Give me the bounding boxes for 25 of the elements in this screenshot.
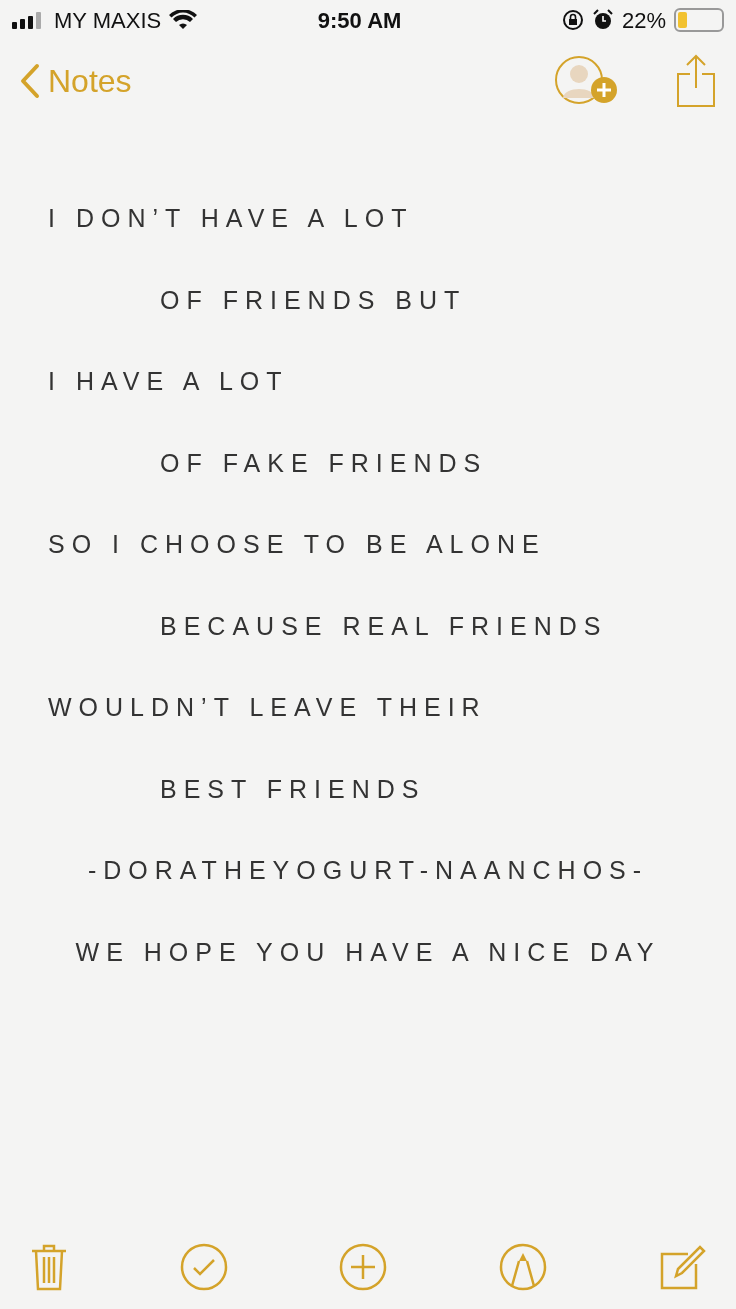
rotation-lock-icon <box>561 9 584 31</box>
sketch-button[interactable] <box>498 1243 547 1291</box>
note-line: WE HOPE YOU HAVE A NICE DAY <box>75 939 661 965</box>
note-line: I HAVE A LOT <box>48 369 289 394</box>
compose-button[interactable] <box>658 1244 706 1290</box>
note-line: BEST FRIENDS <box>160 776 426 802</box>
add-button[interactable] <box>339 1243 387 1291</box>
note-line: BECAUSE REAL FRIENDS <box>160 613 608 639</box>
note-line: OF FRIENDS BUT <box>160 287 467 313</box>
note-line: SO I CHOOSE TO BE ALONE <box>48 532 546 557</box>
note-line: -DORATHEYOGURT-NAANCHOS- <box>87 858 649 883</box>
back-button[interactable]: Notes <box>20 57 132 105</box>
battery-icon <box>674 8 724 32</box>
note-line: WOULDN’T LEAVE THEIR <box>48 695 487 720</box>
clock-time: 9:50 AM <box>317 6 402 35</box>
trash-button[interactable] <box>30 1243 68 1291</box>
checklist-button[interactable] <box>179 1243 228 1291</box>
chevron-left-icon <box>20 63 40 99</box>
carrier-name: MY MAXIS <box>54 6 162 35</box>
note-line: OF FAKE FRIENDS <box>160 450 488 476</box>
share-button[interactable] <box>676 54 716 108</box>
wifi-icon <box>169 10 198 30</box>
battery-percentage: 22% <box>621 6 666 35</box>
alarm-icon <box>591 9 614 31</box>
note-line: I DON’T HAVE A LOT <box>48 206 414 231</box>
